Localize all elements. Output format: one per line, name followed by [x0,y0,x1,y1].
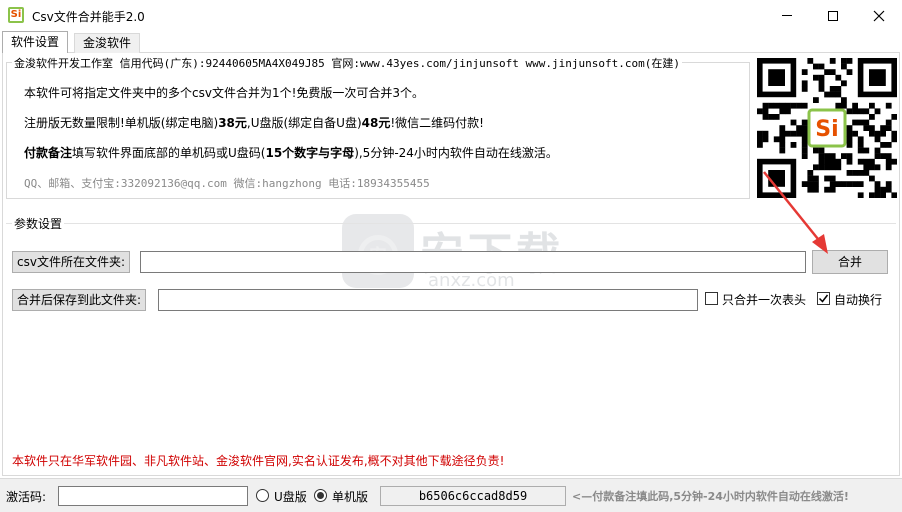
csv-folder-input[interactable] [140,251,806,273]
tab-settings[interactable]: 软件设置 [2,31,69,53]
csv-folder-select-button[interactable]: csv文件所在文件夹: [12,251,130,273]
payment-note-text: ),5分钟-24小时内软件自动在线激活。 [354,146,558,160]
close-icon [873,10,885,21]
radio-machine-version[interactable] [314,489,327,502]
payment-note-title: 付款备注 [24,146,73,160]
footer-hint: <—付款备注填此码,5分钟-24小时内软件自动在线激活! [572,490,849,503]
save-folder-select-button[interactable]: 合并后保存到此文件夹: [12,289,147,311]
header-once-label[interactable]: 只合并一次表头 [722,291,806,308]
payment-note-emphasis: 15个数字与字母 [265,146,355,160]
red-arrow-annotation-icon [763,171,828,254]
price-single: 38元 [218,116,247,130]
info-line-pricing: 注册版无数量限制!单机版(绑定电脑)38元,U盘版(绑定自备U盘)48元!微信二… [24,114,484,131]
maximize-icon [828,10,838,21]
minimize-icon [782,15,792,16]
tab-jinjun-software[interactable]: 金浚软件 [74,33,141,53]
info-line-payment-note: 付款备注填写软件界面底部的单机码或U盘码(15个数字与字母),5分钟-24小时内… [24,144,558,161]
machine-code-display: b6506c6ccad8d59 [380,486,566,506]
window-title: Csv文件合并能手2.0 [32,10,145,24]
pricing-text: ,U盘版(绑定自备U盘) [246,116,362,130]
check-icon [818,294,829,303]
close-button[interactable] [856,0,902,31]
payment-note-text: 填写软件界面底部的单机码或U盘码( [72,146,266,160]
info-line-contact: QQ、邮箱、支付宝:332092136@qq.com 微信:hangzhong … [24,177,430,190]
distribution-notice: 本软件只在华军软件园、非凡软件站、金浚软件官网,实名认证发布,概不对其他下载途径… [12,454,505,468]
info-line-description: 本软件可将指定文件夹中的多个csv文件合并为1个!免费版一次可合并3个。 [24,86,425,100]
radio-selected-dot-icon [317,492,324,499]
watermark-url: anxz.com [428,270,515,291]
header-once-checkbox[interactable] [705,292,718,305]
pricing-text: !微信二维码付款! [390,116,484,130]
info-group-legend: 金浚软件开发工作室 信用代码(广东):92440605MA4X049J85 官网… [12,55,682,71]
activation-code-input[interactable] [58,486,248,506]
auto-wrap-label[interactable]: 自动换行 [834,291,882,308]
save-folder-input[interactable] [158,289,698,311]
radio-udisk-version[interactable] [256,489,269,502]
activation-code-label: 激活码: [6,490,47,504]
pricing-text: 注册版无数量限制!单机版(绑定电脑) [24,116,219,130]
minimize-button[interactable] [764,0,810,31]
qr-logo-text: Si [815,117,838,142]
radio-udisk-label[interactable]: U盘版 [274,488,307,505]
maximize-button[interactable] [810,0,856,31]
auto-wrap-checkbox[interactable] [817,292,830,305]
app-logo-icon: Si [8,7,24,23]
radio-machine-label[interactable]: 单机版 [332,488,368,505]
params-group-legend: 参数设置 [12,215,65,232]
price-udisk: 48元 [361,116,391,130]
